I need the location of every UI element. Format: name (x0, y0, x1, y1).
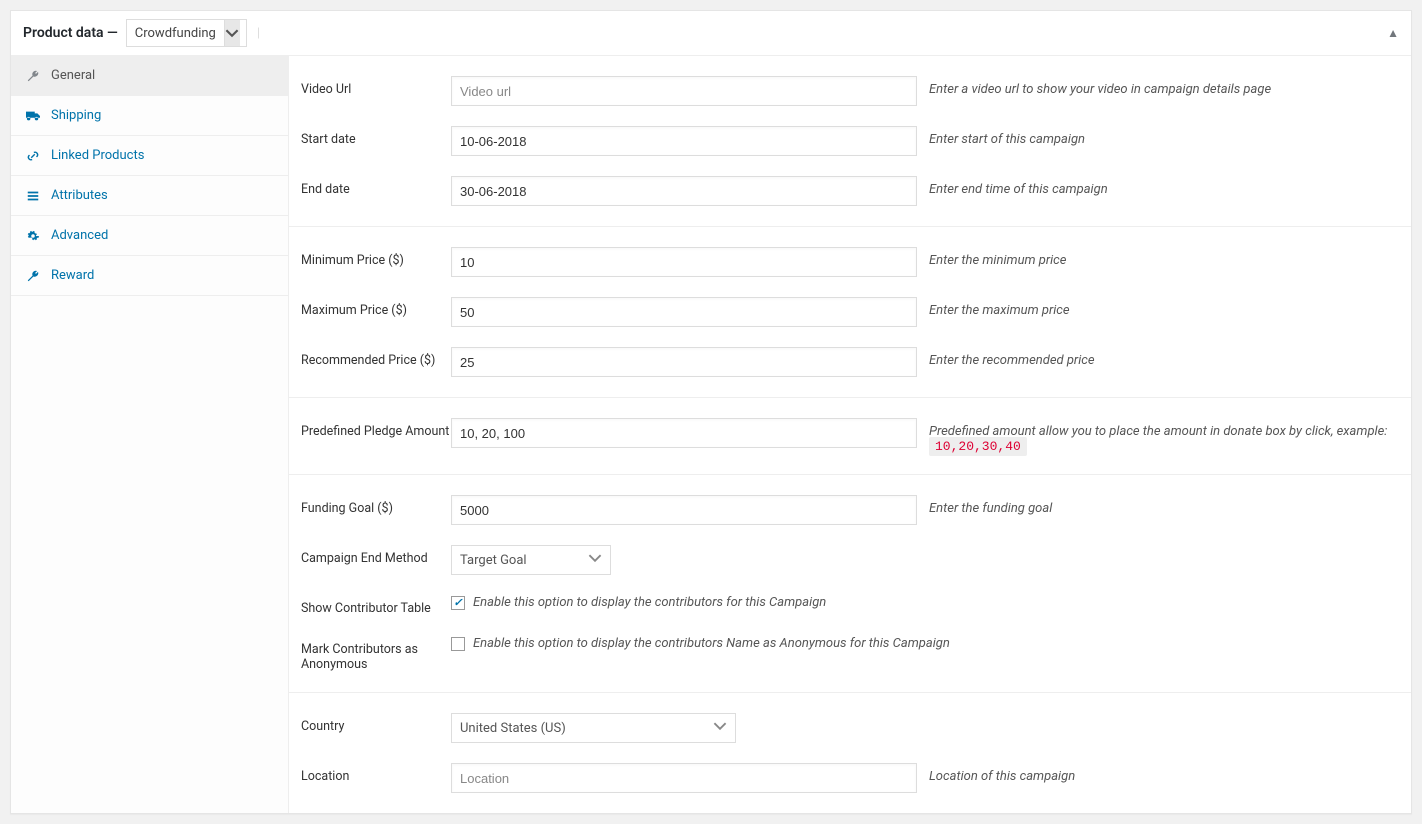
end-method-select[interactable]: Target Goal (451, 545, 611, 575)
anon-checkbox[interactable] (451, 637, 465, 651)
show-contrib-label: Show Contributor Table (301, 595, 451, 616)
chevron-down-icon (713, 719, 727, 737)
max-price-help: Enter the maximum price (917, 297, 1399, 318)
max-price-label: Maximum Price ($) (301, 297, 451, 318)
country-select[interactable]: United States (US) (451, 713, 736, 743)
tab-general[interactable]: General (11, 56, 288, 95)
truck-icon (25, 109, 41, 123)
panel-header: Product data — Crowdfunding | ▲ (11, 11, 1411, 56)
tab-linked-products[interactable]: Linked Products (11, 136, 288, 175)
gear-icon (25, 229, 41, 243)
tab-label: Attributes (51, 188, 108, 203)
collapse-icon[interactable]: ▲ (1387, 26, 1399, 40)
goal-label: Funding Goal ($) (301, 495, 451, 516)
show-contrib-help: Enable this option to display the contri… (473, 595, 826, 610)
pledge-input[interactable] (451, 418, 917, 448)
end-date-help: Enter end time of this campaign (917, 176, 1399, 197)
wrench-icon (25, 69, 41, 83)
end-method-value: Target Goal (460, 553, 527, 568)
anon-help: Enable this option to display the contri… (473, 636, 950, 651)
location-help: Location of this campaign (917, 763, 1399, 784)
video-url-help: Enter a video url to show your video in … (917, 76, 1399, 97)
tab-label: Linked Products (51, 148, 144, 163)
wrench-icon (25, 269, 41, 283)
product-type-select[interactable]: Crowdfunding (126, 19, 247, 47)
tab-advanced[interactable]: Advanced (11, 216, 288, 255)
tab-label: Shipping (51, 108, 101, 123)
chevron-down-icon (224, 20, 240, 46)
rec-price-help: Enter the recommended price (917, 347, 1399, 368)
tab-label: General (51, 68, 95, 83)
end-method-label: Campaign End Method (301, 545, 451, 566)
min-price-label: Minimum Price ($) (301, 247, 451, 268)
goal-help: Enter the funding goal (917, 495, 1399, 516)
location-input[interactable] (451, 763, 917, 793)
rec-price-input[interactable] (451, 347, 917, 377)
end-date-input[interactable] (451, 176, 917, 206)
start-date-help: Enter start of this campaign (917, 126, 1399, 147)
tab-shipping[interactable]: Shipping (11, 96, 288, 135)
link-icon (25, 149, 41, 163)
product-type-value: Crowdfunding (135, 26, 216, 41)
video-url-input[interactable] (451, 76, 917, 106)
panel-title: Product data — (23, 25, 118, 41)
tab-attributes[interactable]: Attributes (11, 176, 288, 215)
pledge-example-code: 10,20,30,40 (929, 437, 1027, 456)
product-data-panel: Product data — Crowdfunding | ▲ General … (10, 10, 1412, 814)
tab-reward[interactable]: Reward (11, 256, 288, 295)
country-label: Country (301, 713, 451, 734)
general-tab-content: Video Url Enter a video url to show your… (289, 56, 1411, 813)
start-date-input[interactable] (451, 126, 917, 156)
country-value: United States (US) (460, 721, 566, 736)
location-label: Location (301, 763, 451, 784)
goal-input[interactable] (451, 495, 917, 525)
video-url-label: Video Url (301, 76, 451, 97)
divider-icon: | (257, 26, 260, 41)
product-data-tabs: General Shipping Linked Products Attribu… (11, 56, 289, 813)
start-date-label: Start date (301, 126, 451, 147)
pledge-help: Predefined amount allow you to place the… (917, 418, 1399, 454)
list-icon (25, 189, 41, 203)
tab-label: Reward (51, 268, 94, 283)
anon-label: Mark Contributors as Anonymous (301, 636, 451, 672)
show-contrib-checkbox[interactable] (451, 596, 465, 610)
min-price-input[interactable] (451, 247, 917, 277)
min-price-help: Enter the minimum price (917, 247, 1399, 268)
max-price-input[interactable] (451, 297, 917, 327)
end-date-label: End date (301, 176, 451, 197)
pledge-label: Predefined Pledge Amount (301, 418, 451, 439)
rec-price-label: Recommended Price ($) (301, 347, 451, 368)
tab-label: Advanced (51, 228, 108, 243)
chevron-down-icon (588, 551, 602, 569)
